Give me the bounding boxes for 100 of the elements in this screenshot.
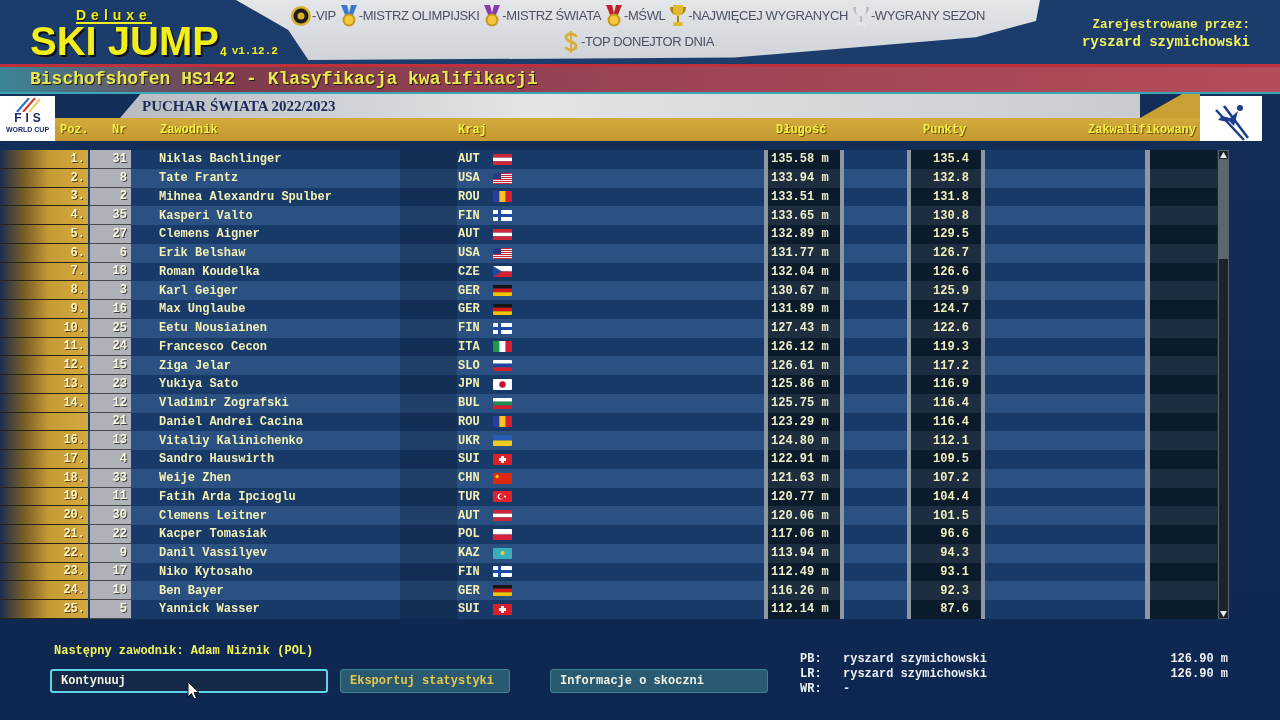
skier-logo-icon <box>1200 96 1262 141</box>
skier-name: Ziga Jelar <box>159 357 232 375</box>
record-label: WR: <box>800 681 823 699</box>
skier-name: Sandro Hauswirth <box>159 451 276 469</box>
shaded-cell <box>400 431 457 450</box>
bib-cell: 13 <box>90 431 131 450</box>
country-code: AUT <box>457 151 481 169</box>
flag-icon <box>493 453 512 465</box>
bib-cell: 23 <box>90 375 131 394</box>
record-label: PB: <box>800 651 823 668</box>
distance-cell: 120.06 m <box>768 506 840 525</box>
info-button[interactable]: Informacje o skoczni <box>550 668 768 693</box>
skier-name: Ben Bayer <box>159 582 225 600</box>
medal-icon <box>483 5 502 27</box>
country-code: SUI <box>457 451 481 469</box>
shaded-cell <box>400 468 457 488</box>
country-code: POL <box>457 526 481 544</box>
scrollbar[interactable] <box>1218 150 1229 619</box>
shaded-cell <box>400 262 457 282</box>
bib-cell: 22 <box>90 525 131 544</box>
column-header: Zakwalifikowany <box>1088 121 1198 139</box>
bib-cell: 31 <box>90 150 131 169</box>
bib-cell: 10 <box>90 581 131 600</box>
scrollbar-thumb[interactable] <box>1219 159 1228 259</box>
logo-title: SKI JUMP <box>30 24 219 58</box>
skier-name: Clemens Aigner <box>159 226 261 244</box>
skier-name: Tate Frantz <box>159 170 240 188</box>
flag-icon <box>493 228 512 240</box>
skier-name: Daniel Andrei Cacina <box>159 413 305 431</box>
points-cell: 96.6 <box>911 525 981 544</box>
coin-icon <box>291 6 311 26</box>
shaded-cell <box>400 487 457 507</box>
trophy-icon <box>669 5 688 27</box>
next-jumper-label: Następny zawodnik: Adam Niżnik (POL) <box>54 643 314 658</box>
export-button[interactable]: Eksportuj statystyki <box>340 668 510 693</box>
column-header: Długość <box>776 121 828 139</box>
flag-icon <box>493 416 512 428</box>
scroll-down-icon[interactable] <box>1219 609 1228 618</box>
country-code: GER <box>457 301 481 319</box>
position-cell: 12. <box>0 356 88 375</box>
cursor-icon <box>187 681 200 700</box>
trophy-icon <box>851 5 870 27</box>
skier-name: Weije Zhen <box>159 470 232 488</box>
position-cell: 21. <box>0 525 88 544</box>
country-code: JPN <box>457 376 481 394</box>
shaded-cell <box>400 412 457 432</box>
flag-icon <box>493 435 512 447</box>
country-code: SLO <box>457 357 481 375</box>
country-code: ITA <box>457 338 481 356</box>
distance-cell: 122.91 m <box>768 450 840 469</box>
skier-name: Erik Belshaw <box>159 245 247 263</box>
legend-label: -NAJWIĘCEJ WYGRANYCH <box>688 7 848 26</box>
legend-label: -WYGRANY SEZON <box>870 7 985 26</box>
record-label: LR: <box>800 666 823 683</box>
skier-name: Fatih Arda Ipcioglu <box>159 488 297 506</box>
shaded-cell <box>400 375 457 394</box>
registered-label: Zarejestrowane przez: <box>1092 17 1250 33</box>
fis-logo-text: FIS <box>14 112 45 125</box>
distance-cell: 126.61 m <box>768 356 840 375</box>
bib-cell: 30 <box>90 506 131 525</box>
points-cell: 117.2 <box>911 356 981 375</box>
country-code: BUL <box>457 395 481 413</box>
country-code: AUT <box>457 226 481 244</box>
distance-cell: 112.14 m <box>768 600 840 619</box>
points-cell: 125.9 <box>911 281 981 300</box>
shaded-cell <box>400 393 457 413</box>
bib-cell: 4 <box>90 450 131 469</box>
bib-cell: 35 <box>90 206 131 225</box>
distance-cell: 116.26 m <box>768 581 840 600</box>
points-cell: 101.5 <box>911 506 981 525</box>
distance-cell: 130.67 m <box>768 281 840 300</box>
distance-cell: 124.80 m <box>768 431 840 450</box>
shaded-cell <box>400 525 457 544</box>
column-header: Kraj <box>458 121 488 139</box>
skier-name: Karl Geiger <box>159 282 240 300</box>
shaded-cell <box>400 581 457 600</box>
flag-icon <box>493 397 512 409</box>
skier-name: Vladimir Zografski <box>159 395 290 413</box>
shaded-cell <box>400 243 457 263</box>
legend-label: -TOP DONEJTOR DNIA <box>581 33 714 52</box>
points-cell: 124.7 <box>911 300 981 319</box>
distance-cell: 117.06 m <box>768 525 840 544</box>
column-header: Poz. <box>60 121 90 139</box>
position-cell: 5. <box>0 225 88 244</box>
continue-button[interactable]: Kontynuuj <box>50 668 328 693</box>
distance-cell: 131.89 m <box>768 300 840 319</box>
flag-icon <box>493 547 512 559</box>
shaded-cell <box>400 450 457 469</box>
flag-icon <box>493 210 512 222</box>
skier-name: Mihnea Alexandru Spulber <box>159 188 333 206</box>
points-cell: 116.9 <box>911 375 981 394</box>
flag-icon <box>493 153 512 165</box>
logo-number: 4 <box>219 46 227 58</box>
skier-name: Vitaliy Kalinichenko <box>159 432 305 450</box>
legend-label: -MISTRZ OLIMPIJSKI <box>358 7 480 26</box>
position-cell: 24. <box>0 581 88 600</box>
shaded-cell <box>400 225 457 244</box>
medal-icon <box>339 5 358 27</box>
bib-cell: 16 <box>90 300 131 319</box>
country-code: TUR <box>457 488 481 506</box>
